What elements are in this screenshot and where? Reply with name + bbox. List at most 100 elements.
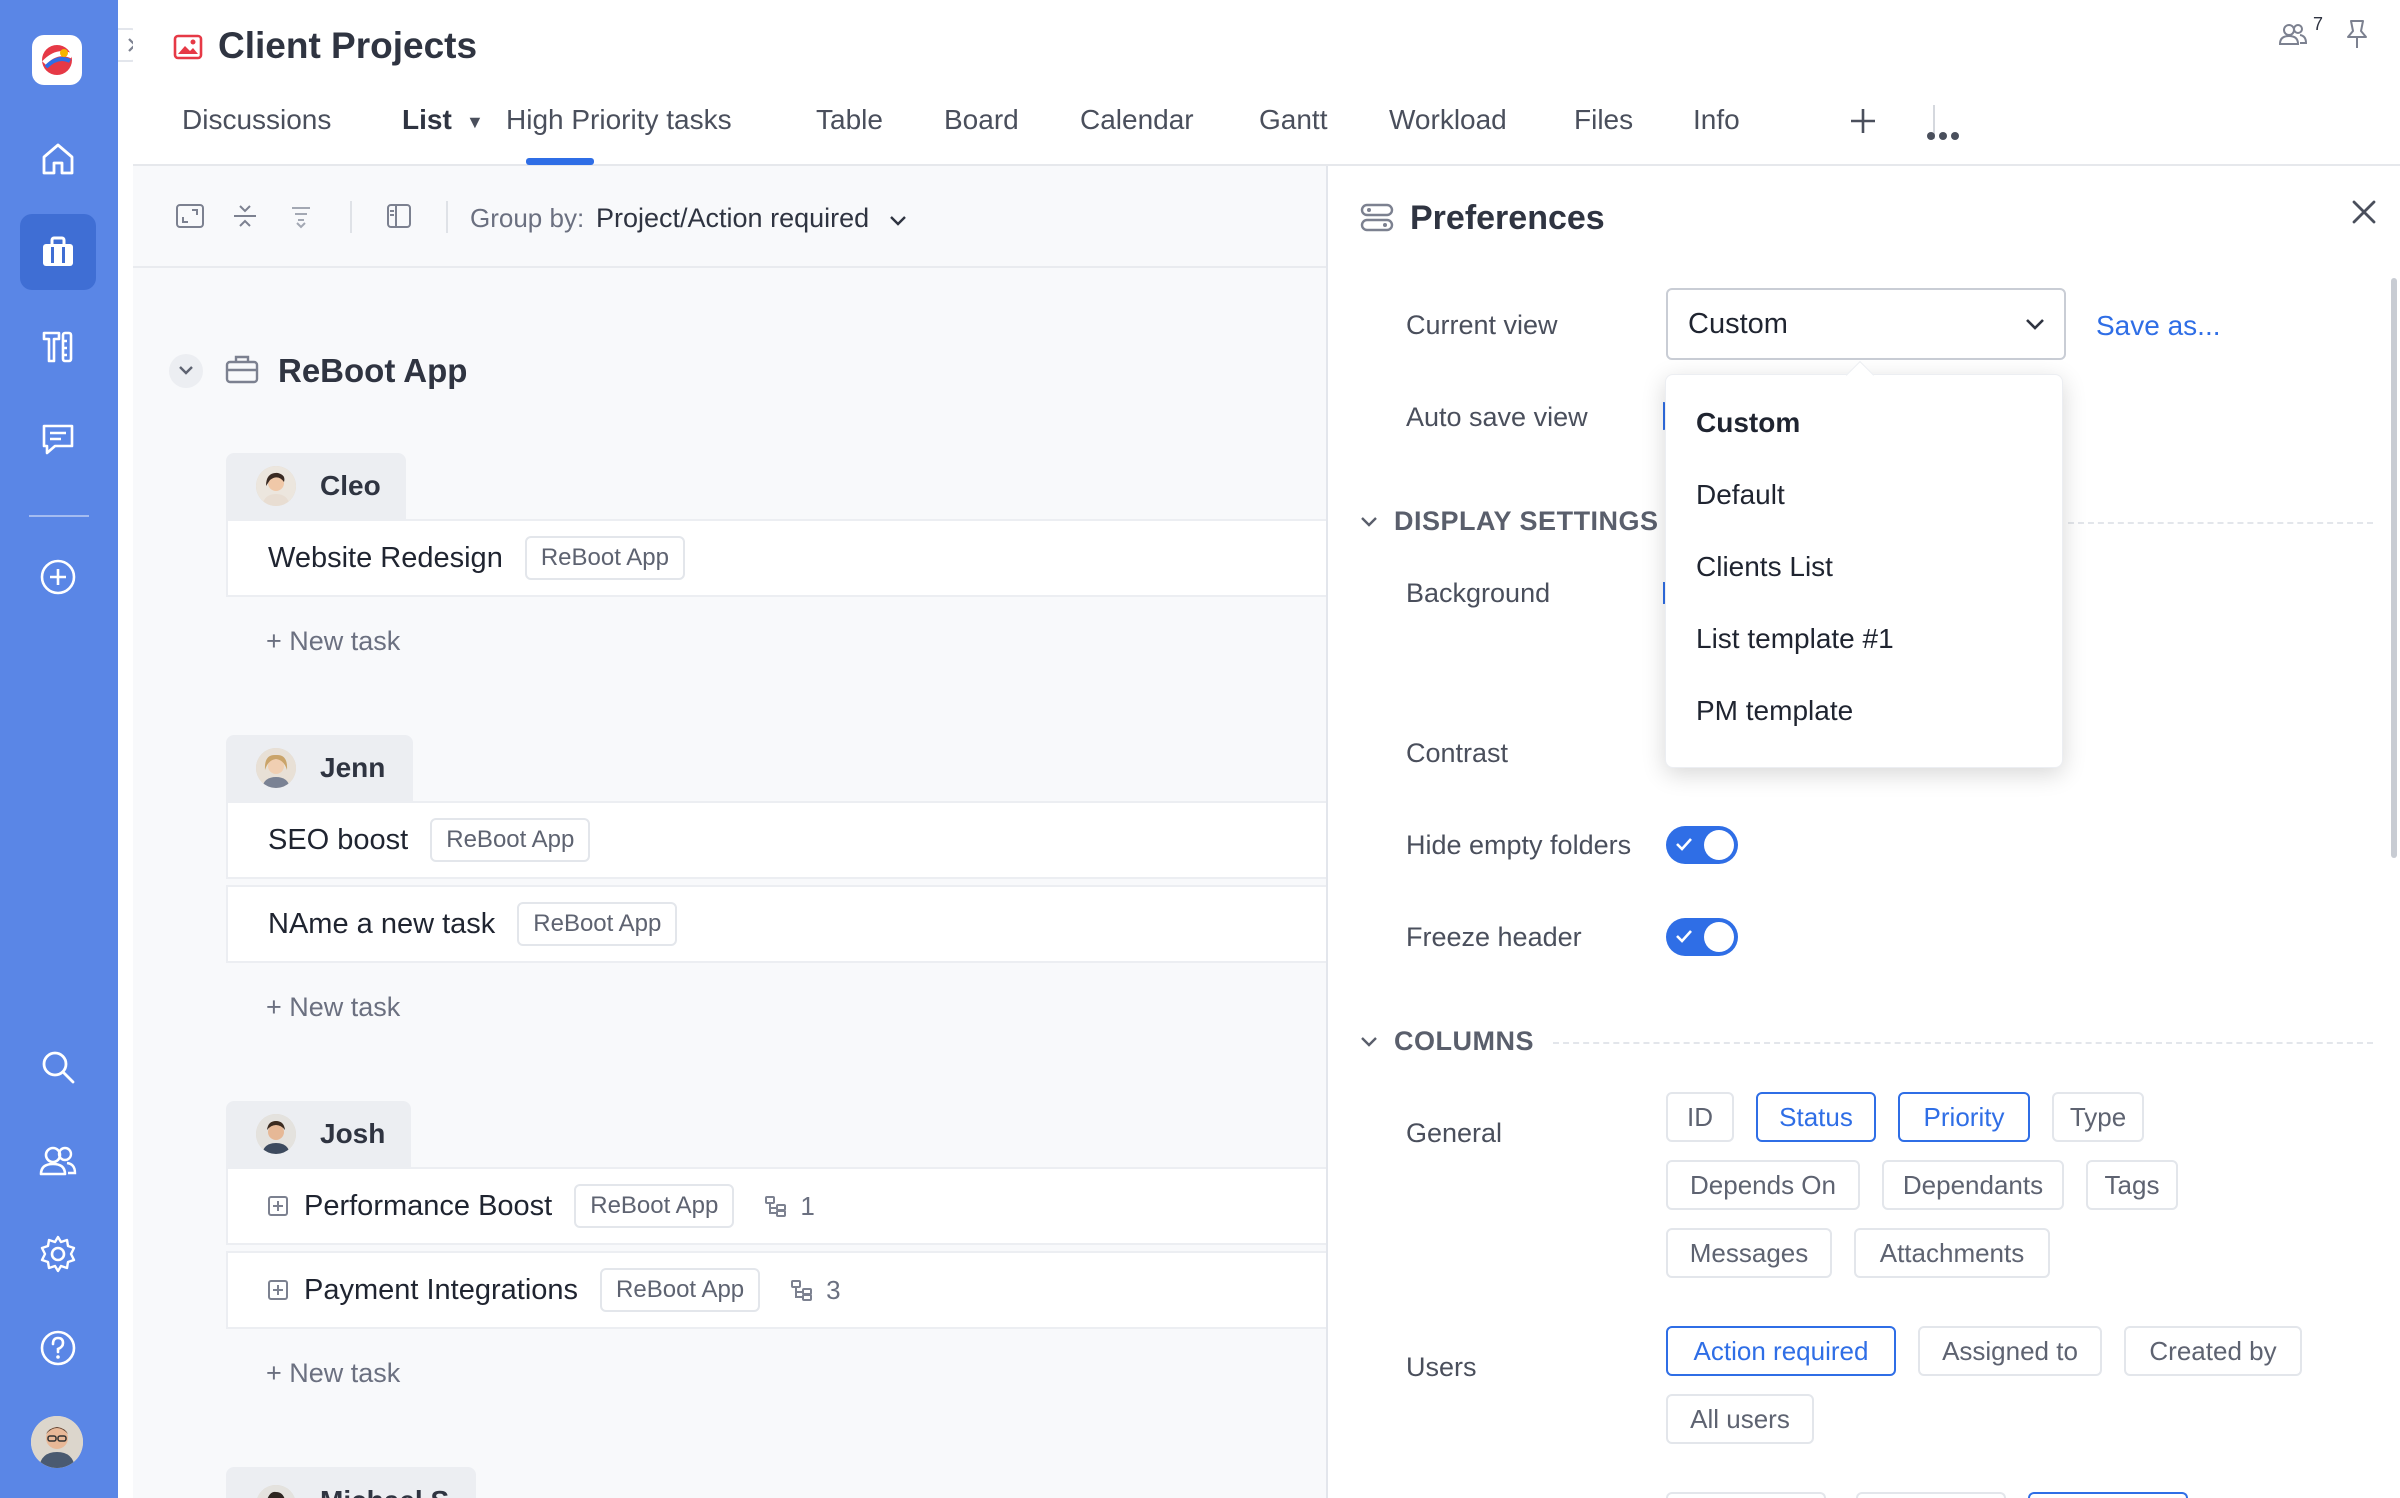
column-chip-dependants[interactable]: Dependants xyxy=(1882,1160,2064,1210)
tab-list[interactable]: List xyxy=(402,104,452,136)
column-chip-all-users[interactable]: All users xyxy=(1666,1394,1814,1444)
task-name[interactable]: Website Redesign xyxy=(268,542,503,575)
task-project-tag[interactable]: ReBoot App xyxy=(524,536,685,580)
collapse-all-button[interactable] xyxy=(231,202,259,235)
view-option-clients-list[interactable]: Clients List xyxy=(1696,551,1833,583)
close-preferences-button[interactable] xyxy=(2348,196,2380,233)
expand-subtasks-icon[interactable] xyxy=(268,1280,288,1300)
tab-gantt[interactable]: Gantt xyxy=(1259,104,1327,136)
group-by-select[interactable]: Project/Action required xyxy=(596,203,907,234)
more-views-button[interactable] xyxy=(1926,116,1960,148)
expand-subtasks-icon[interactable] xyxy=(268,1196,288,1216)
user-group-header[interactable]: Jenn xyxy=(226,735,413,801)
sidebar-settings[interactable] xyxy=(20,1216,96,1292)
task-row[interactable]: SEO boost ReBoot App xyxy=(226,801,1326,879)
project-image-icon xyxy=(173,34,203,65)
fullscreen-button[interactable] xyxy=(175,202,205,235)
column-chip-partial[interactable] xyxy=(1856,1492,2006,1498)
user-group-header[interactable]: Josh xyxy=(226,1101,411,1167)
column-chip-partial[interactable] xyxy=(2028,1492,2188,1498)
task-name[interactable]: Performance Boost xyxy=(304,1190,552,1223)
sidebar-search[interactable] xyxy=(20,1029,96,1105)
column-chip-tags[interactable]: Tags xyxy=(2086,1160,2178,1210)
sidebar-home[interactable] xyxy=(20,121,96,197)
column-chip-messages[interactable]: Messages xyxy=(1666,1228,1832,1278)
subtask-count[interactable]: 3 xyxy=(790,1275,841,1306)
tab-workload[interactable]: Workload xyxy=(1389,104,1507,136)
column-chip-status[interactable]: Status xyxy=(1756,1092,1876,1142)
preferences-icon xyxy=(1360,202,1394,239)
new-task-button[interactable]: + New task xyxy=(266,1358,400,1389)
task-name[interactable]: SEO boost xyxy=(268,824,408,857)
add-view-button[interactable] xyxy=(1848,106,1878,143)
app-logo[interactable] xyxy=(32,35,82,85)
user-group-header[interactable]: Cleo xyxy=(226,453,406,519)
pin-button[interactable] xyxy=(2343,18,2371,55)
freeze-header-toggle[interactable] xyxy=(1666,918,1738,956)
column-chip-assigned-to[interactable]: Assigned to xyxy=(1918,1326,2102,1376)
group-title: ReBoot App xyxy=(278,352,468,389)
column-chip-priority[interactable]: Priority xyxy=(1898,1092,2030,1142)
task-project-tag[interactable]: ReBoot App xyxy=(600,1268,761,1312)
subtask-count[interactable]: 1 xyxy=(764,1191,815,1222)
sidebar-messages[interactable] xyxy=(20,401,96,477)
task-row[interactable]: Website Redesign ReBoot App xyxy=(226,519,1326,597)
new-task-button[interactable]: + New task xyxy=(266,992,400,1023)
column-chip-depends-on[interactable]: Depends On xyxy=(1666,1160,1860,1210)
sidebar-people[interactable] xyxy=(20,1123,96,1199)
tab-info[interactable]: Info xyxy=(1693,104,1740,136)
section-divider xyxy=(1553,1042,2373,1044)
view-option-pm-template[interactable]: PM template xyxy=(1696,695,1853,727)
panel-toggle-button[interactable] xyxy=(385,202,413,235)
project-members-button[interactable] xyxy=(2277,18,2309,55)
group-collapse-button[interactable] xyxy=(169,354,203,388)
task-row[interactable]: Performance Boost ReBoot App 1 xyxy=(226,1167,1326,1245)
task-name[interactable]: Payment Integrations xyxy=(304,1274,578,1307)
close-icon xyxy=(2352,200,2376,224)
tab-discussions[interactable]: Discussions xyxy=(182,104,331,136)
current-view-select[interactable]: Custom xyxy=(1666,288,2066,360)
task-project-tag[interactable]: ReBoot App xyxy=(574,1184,735,1228)
save-as-link[interactable]: Save as... xyxy=(2096,310,2221,342)
active-tab-indicator xyxy=(526,158,594,165)
task-row[interactable]: NAme a new task ReBoot App xyxy=(226,885,1326,963)
list-view: Group by: Project/Action required ReBoot… xyxy=(133,166,1326,1498)
column-chip-created-by[interactable]: Created by xyxy=(2124,1326,2302,1376)
hide-empty-folders-toggle[interactable] xyxy=(1666,826,1738,864)
filter-button[interactable] xyxy=(287,202,315,235)
tab-calendar[interactable]: Calendar xyxy=(1080,104,1194,136)
avatar xyxy=(256,1114,296,1154)
sidebar-help[interactable] xyxy=(20,1310,96,1386)
column-chip-partial[interactable] xyxy=(1666,1492,1826,1498)
tab-board[interactable]: Board xyxy=(944,104,1019,136)
view-option-default[interactable]: Default xyxy=(1696,479,1785,511)
display-settings-header[interactable]: DISPLAY SETTINGS xyxy=(1360,506,1659,537)
preferences-scrollbar[interactable] xyxy=(2391,278,2397,858)
view-option-list-template-1[interactable]: List template #1 xyxy=(1696,623,1894,655)
tab-files[interactable]: Files xyxy=(1574,104,1633,136)
column-chip-type[interactable]: Type xyxy=(2052,1092,2144,1142)
task-name[interactable]: NAme a new task xyxy=(268,908,495,941)
tab-list-dropdown-icon[interactable]: ▼ xyxy=(466,112,484,133)
logo-icon xyxy=(42,45,74,75)
view-option-custom[interactable]: Custom xyxy=(1696,407,1800,439)
sidebar-tools[interactable] xyxy=(20,308,96,384)
column-chip-attachments[interactable]: Attachments xyxy=(1854,1228,2050,1278)
user-group-header[interactable]: Michael S xyxy=(226,1467,476,1498)
columns-header[interactable]: COLUMNS xyxy=(1360,1026,1534,1057)
task-project-tag[interactable]: ReBoot App xyxy=(430,818,591,862)
sidebar-projects[interactable] xyxy=(20,214,96,290)
help-icon xyxy=(40,1330,76,1366)
new-task-button[interactable]: + New task xyxy=(266,626,400,657)
tab-high-priority[interactable]: High Priority tasks xyxy=(506,104,732,136)
column-chip-action-required[interactable]: Action required xyxy=(1666,1326,1896,1376)
list-toolbar: Group by: Project/Action required xyxy=(133,166,1326,268)
task-project-tag[interactable]: ReBoot App xyxy=(517,902,678,946)
column-chip-id[interactable]: ID xyxy=(1666,1092,1734,1142)
current-user-avatar[interactable] xyxy=(31,1416,83,1468)
task-row[interactable]: Payment Integrations ReBoot App 3 xyxy=(226,1251,1326,1329)
sidebar-add[interactable] xyxy=(20,539,96,615)
tab-table[interactable]: Table xyxy=(816,104,883,136)
auto-save-label: Auto save view xyxy=(1406,402,1588,432)
plus-icon xyxy=(1851,109,1875,133)
